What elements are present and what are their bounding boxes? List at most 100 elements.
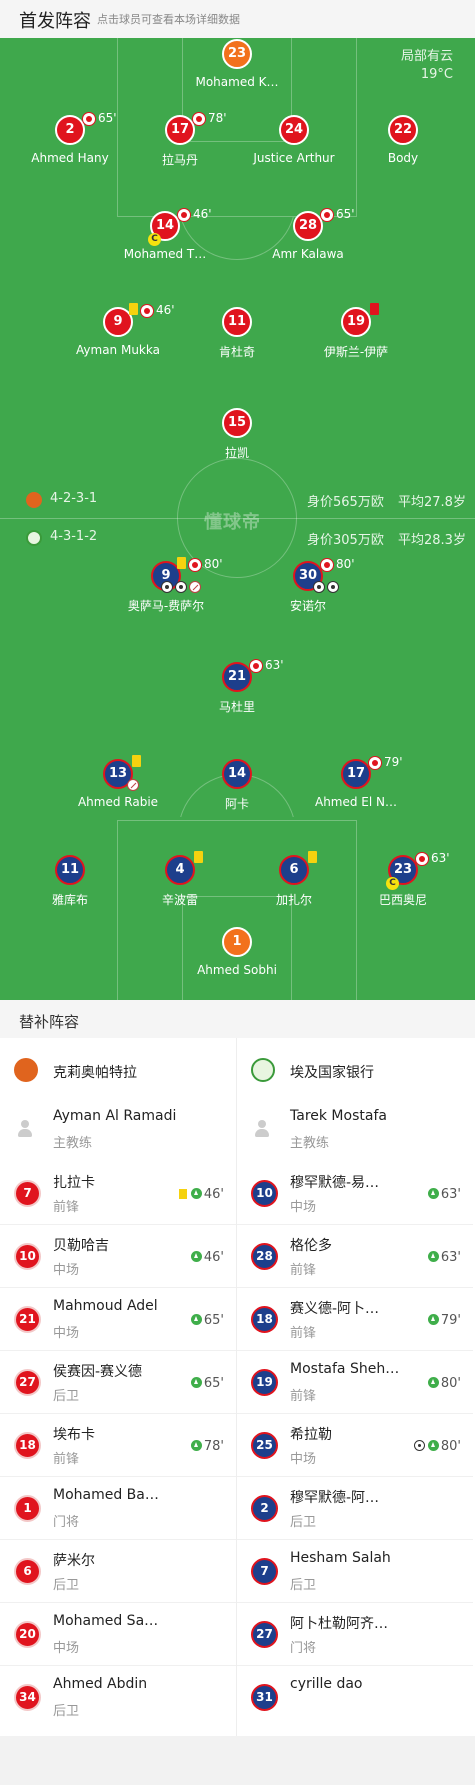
home-team-logo-icon (26, 492, 42, 508)
coach-avatar-icon (252, 1118, 272, 1138)
sub-role: 后卫 (290, 1515, 317, 1530)
player-name: Amr Kalawa (272, 247, 344, 261)
sub-in-arrow-icon (190, 1314, 202, 1325)
away-player-23[interactable]: 23 63' C 巴西奥尼 (333, 851, 473, 908)
captain-badge: C (148, 233, 161, 246)
substitution-icon (188, 558, 202, 572)
away-sub-row[interactable]: 2 穆罕默德-阿… 后卫 (237, 1477, 473, 1540)
substitution-icon (249, 659, 263, 673)
home-team-logo-icon (14, 1058, 38, 1082)
sub-number: 19 (251, 1369, 278, 1396)
home-sub-row[interactable]: 20 Mohamed Sa… 中场 (0, 1603, 236, 1666)
substitution-icon (320, 558, 334, 572)
home-sub-row[interactable]: 34 Ahmed Abdin 后卫 (0, 1666, 236, 1729)
coach-role: 主教练 (290, 1136, 330, 1151)
sub-number: 27 (251, 1621, 278, 1648)
yellow-card-icon (308, 851, 317, 863)
away-sub-row[interactable]: 7 Hesham Salah 后卫 (237, 1540, 473, 1603)
sub-name: Mostafa Sheh… (290, 1361, 400, 1377)
sub-time: 65' (190, 1376, 224, 1391)
sub-number: 7 (251, 1558, 278, 1585)
away-player-30[interactable]: 30 80' 安诺尔 (238, 557, 378, 614)
sub-number: 18 (14, 1432, 41, 1459)
away-player-21[interactable]: 21 63' 马杜里 (167, 658, 307, 715)
sub-name: 格伦多 (290, 1238, 332, 1254)
home-sub-row[interactable]: 7 扎拉卡 前锋 46' (0, 1162, 236, 1225)
away-sub-row[interactable]: 18 赛义德-阿卜… 前锋 79' (237, 1288, 473, 1351)
away-sub-row[interactable]: 31 cyrille dao (237, 1666, 473, 1729)
home-sub-row[interactable]: 27 侯赛因-赛义德 后卫 65' (0, 1351, 236, 1414)
player-number: 9 (113, 314, 123, 329)
sub-name: 萨米尔 (53, 1553, 95, 1569)
home-player-28[interactable]: 28 65' Amr Kalawa (238, 207, 378, 261)
sub-minute: 46' (203, 1187, 224, 1202)
home-player-22[interactable]: 22 Body (333, 115, 473, 165)
player-name: 伊斯兰-伊萨 (323, 345, 389, 359)
player-number: 15 (222, 408, 252, 438)
home-player-19[interactable]: 19 伊斯兰-伊萨 (286, 303, 426, 360)
goal-icon (175, 581, 187, 593)
player-name: Ahmed El N… (314, 795, 398, 809)
home-sub-row[interactable]: 10 贝勒哈吉 中场 46' (0, 1225, 236, 1288)
coach-role: 主教练 (53, 1136, 93, 1151)
away-sub-row[interactable]: 25 希拉勒 中场 80' (237, 1414, 473, 1477)
sub-number: 7 (14, 1180, 41, 1207)
away-player-1[interactable]: 1 Ahmed Sobhi (167, 927, 307, 977)
home-team-header[interactable]: 克莉奥帕特拉 (0, 1048, 236, 1092)
home-sub-row[interactable]: 21 Mahmoud Adel 中场 65' (0, 1288, 236, 1351)
away-sub-row[interactable]: 10 穆罕默德-易… 中场 63' (237, 1162, 473, 1225)
player-name: Mohamed K… (195, 75, 279, 89)
away-team-header[interactable]: 埃及国家银行 (237, 1048, 473, 1092)
sub-in-arrow-icon (190, 1440, 202, 1451)
home-sub-row[interactable]: 1 Mohamed Ba… 门将 (0, 1477, 236, 1540)
away-age: 平均28.3岁 (398, 533, 466, 548)
sub-role: 后卫 (53, 1578, 80, 1593)
player-number: 17 (346, 766, 366, 781)
sub-role: 前锋 (290, 1389, 317, 1404)
sub-name: 埃布卡 (53, 1427, 95, 1443)
home-sub-row[interactable]: 6 萨米尔 后卫 (0, 1540, 236, 1603)
away-sub-row[interactable]: 28 格伦多 前锋 63' (237, 1225, 473, 1288)
away-coach[interactable]: Tarek Mostafa 主教练 (237, 1098, 473, 1160)
player-name: 马杜里 (218, 700, 255, 714)
sub-number: 10 (251, 1180, 278, 1207)
sub-in-arrow-icon (427, 1440, 439, 1451)
sub-role: 门将 (290, 1641, 317, 1656)
sub-role: 后卫 (290, 1578, 317, 1593)
sub-name: 希拉勒 (290, 1427, 332, 1443)
red-card-icon (370, 303, 379, 315)
away-sub-row[interactable]: 27 阿卜杜勒阿齐… 门将 (237, 1603, 473, 1666)
sub-minute: 80' (204, 557, 223, 571)
sub-number: 34 (14, 1684, 41, 1711)
player-number: 19 (346, 314, 366, 329)
home-player-15[interactable]: 15 拉凯 (167, 408, 307, 461)
player-name: 巴西奥尼 (378, 893, 427, 907)
home-player-14[interactable]: 14 46' C Mohamed T… (95, 207, 235, 261)
away-team-name: 埃及国家银行 (290, 1065, 374, 1081)
substitution-icon (177, 208, 191, 222)
sub-in-arrow-icon (427, 1314, 439, 1325)
player-name: 拉凯 (224, 446, 249, 460)
home-coach[interactable]: Ayman Al Ramadi 主教练 (0, 1098, 236, 1160)
player-number: 13 (108, 766, 128, 781)
away-team-logo-icon (251, 1058, 275, 1082)
away-sub-row[interactable]: 19 Mostafa Sheh… 前锋 80' (237, 1351, 473, 1414)
yellow-card-icon (177, 557, 186, 569)
substitution-icon (192, 112, 206, 126)
player-number: 22 (388, 115, 418, 145)
sub-minute: 46' (203, 1250, 224, 1265)
captain-badge: C (386, 877, 399, 890)
sub-role: 中场 (53, 1326, 80, 1341)
away-player-9[interactable]: 9 80' 奥萨马-费萨尔 (96, 557, 236, 614)
sub-time: 46' (190, 1250, 224, 1265)
coach-name: Ayman Al Ramadi (53, 1108, 177, 1124)
away-player-17[interactable]: 17 79' Ahmed El N… (286, 755, 426, 809)
home-sub-row[interactable]: 18 埃布卡 前锋 78' (0, 1414, 236, 1477)
home-player-23[interactable]: 23 Mohamed K… (167, 39, 307, 89)
sub-time: 65' (190, 1313, 224, 1328)
player-name: Body (387, 151, 419, 165)
sub-name: Ahmed Abdin (53, 1676, 148, 1692)
away-value: 身价305万欧 (307, 533, 384, 548)
sub-role: 前锋 (290, 1326, 317, 1341)
sub-time: 80' (413, 1439, 461, 1454)
